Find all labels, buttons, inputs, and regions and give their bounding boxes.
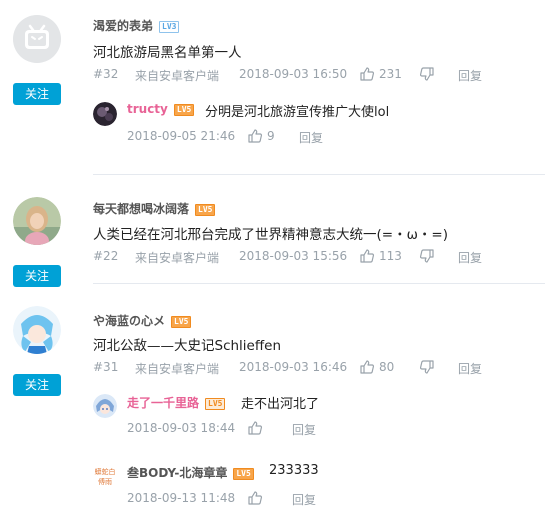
floor-number: #31 <box>93 360 119 374</box>
reply-text: 分明是河北旅游宣传推广大使lol <box>205 105 390 120</box>
level-badge: LV5 <box>195 204 216 216</box>
level-badge: LV5 <box>171 316 192 328</box>
comment-item: 关注 や海蓝の心メ LV5 河北公敌——大史记Schlieffen #31 来自安… <box>0 284 545 530</box>
thumbs-up-icon[interactable] <box>359 359 375 375</box>
like-count: 80 <box>379 360 395 374</box>
thumbs-down-icon[interactable] <box>419 248 435 264</box>
username-text: 渴爱的表弟 <box>93 19 154 33</box>
follow-button[interactable]: 关注 <box>13 374 61 396</box>
thumbs-down-icon[interactable] <box>419 359 435 375</box>
username[interactable]: 每天都想喝冰阔落 LV5 <box>93 200 216 217</box>
reply-button[interactable]: 回复 <box>458 360 482 377</box>
comment-text: 河北旅游局黑名单第一人 <box>93 45 242 61</box>
timestamp: 2018-09-03 18:44 <box>127 421 236 435</box>
source-text: 来自安卓客户端 <box>135 251 220 265</box>
reply-item: 走了一千里路 LV5 走不出河北了 2018-09-03 18:44 回复 <box>93 392 545 442</box>
avatar[interactable] <box>93 394 117 418</box>
avatar[interactable] <box>13 197 61 245</box>
reply-button[interactable]: 回复 <box>292 421 316 438</box>
reply-item: tructy LV5 分明是河北旅游宣传推广大使lol 2018-09-05 21… <box>93 100 545 150</box>
level-badge: LV3 <box>159 21 180 33</box>
thumbs-up-icon[interactable] <box>247 490 263 506</box>
reply-button[interactable]: 回复 <box>292 491 316 508</box>
thumbs-up-icon[interactable] <box>247 420 263 436</box>
timestamp: 2018-09-03 16:50 <box>239 67 348 81</box>
floor-number: #32 <box>93 67 119 81</box>
like-count: 113 <box>379 249 402 263</box>
username[interactable]: tructy LV5 <box>127 102 195 116</box>
reply-text: 走不出河北了 <box>241 397 320 412</box>
timestamp: 2018-09-03 15:56 <box>239 249 348 263</box>
source-text: 来自安卓客户端 <box>135 362 220 376</box>
like-count: 231 <box>379 67 402 81</box>
source-text: 来自安卓客户端 <box>135 69 220 83</box>
reply-item: 蟒蛇白 傅雨 叁BODY-北海章章 LV5 233333 2018-09-13 1… <box>93 462 545 512</box>
level-badge: LV5 <box>205 398 226 410</box>
comment-item: 关注 渴爱的表弟 LV3 河北旅游局黑名单第一人 #32 来自安卓客户端 2018… <box>0 0 545 175</box>
thumbs-up-icon[interactable] <box>247 128 263 144</box>
svg-text:傅雨: 傅雨 <box>98 477 112 486</box>
avatar[interactable]: 蟒蛇白 傅雨 <box>93 464 117 488</box>
floor-number: #22 <box>93 249 119 263</box>
svg-text:蟒蛇白: 蟒蛇白 <box>95 467 116 476</box>
username-text: 走了一千里路 <box>127 396 200 410</box>
comment-text: 人类已经在河北邢台完成了世界精神意志大统一(=・ω・=) <box>93 227 448 243</box>
thumbs-down-icon[interactable] <box>419 66 435 82</box>
reply-button[interactable]: 回复 <box>299 129 323 146</box>
timestamp: 2018-09-13 11:48 <box>127 491 236 505</box>
username[interactable]: や海蓝の心メ LV5 <box>93 312 192 329</box>
level-badge: LV5 <box>173 104 195 116</box>
username-text: tructy <box>127 102 168 116</box>
comment-item: 关注 每天都想喝冰阔落 LV5 人类已经在河北邢台完成了世界精神意志大统一(=・ω… <box>0 175 545 287</box>
comment-text: 河北公敌——大史记Schlieffen <box>93 338 282 354</box>
avatar[interactable] <box>13 306 61 354</box>
thumbs-up-icon[interactable] <box>359 248 375 264</box>
thumbs-up-icon[interactable] <box>359 66 375 82</box>
username-text: 每天都想喝冰阔落 <box>93 202 190 216</box>
like-count: 9 <box>267 129 275 143</box>
follow-button[interactable]: 关注 <box>13 83 61 105</box>
timestamp: 2018-09-03 16:46 <box>239 360 348 374</box>
avatar[interactable] <box>13 15 61 63</box>
avatar[interactable] <box>93 102 117 126</box>
username[interactable]: 叁BODY-北海章章 LV5 <box>127 464 254 481</box>
level-badge: LV5 <box>233 468 254 480</box>
username[interactable]: 渴爱的表弟 LV3 <box>93 17 180 34</box>
reply-button[interactable]: 回复 <box>458 67 482 84</box>
username-text: や海蓝の心メ <box>93 314 166 328</box>
username[interactable]: 走了一千里路 LV5 <box>127 394 226 411</box>
reply-text: 233333 <box>269 463 319 478</box>
timestamp: 2018-09-05 21:46 <box>127 129 236 143</box>
username-text: 叁BODY-北海章章 <box>127 466 228 480</box>
reply-button[interactable]: 回复 <box>458 249 482 266</box>
